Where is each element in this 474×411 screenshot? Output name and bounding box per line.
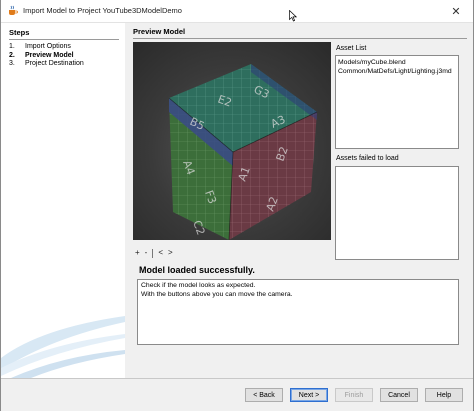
- footer-divider: [1, 378, 473, 379]
- steps-heading: Steps: [9, 28, 30, 37]
- step-item-import-options: 1. Import Options: [9, 43, 84, 52]
- help-button[interactable]: Help: [425, 388, 463, 402]
- page-title: Preview Model: [133, 27, 186, 36]
- next-button[interactable]: Next >: [290, 388, 328, 402]
- java-coffee-icon: [9, 5, 18, 15]
- failed-assets-list[interactable]: [335, 166, 459, 260]
- step-item-project-destination: 3. Project Destination: [9, 60, 84, 69]
- rotate-right-button[interactable]: >: [168, 248, 173, 258]
- failed-assets-label: Assets failed to load: [336, 155, 399, 162]
- step-number: 3.: [9, 60, 15, 67]
- list-item[interactable]: Common/MatDefs/Light/Lighting.j3md: [338, 67, 456, 76]
- info-text-area: Check if the model looks as expected. Wi…: [137, 279, 459, 345]
- model-preview-viewport[interactable]: E2 G3 B5 A3 A4 F3 A1 B2 A2 C2: [133, 42, 331, 240]
- step-number: 2.: [9, 51, 15, 59]
- zoom-out-button[interactable]: -: [145, 248, 148, 258]
- title-bar: Import Model to Project YouTube3DModelDe…: [1, 0, 473, 23]
- step-label: Project Destination: [25, 60, 84, 67]
- asset-list[interactable]: Models/myCube.blend Common/MatDefs/Light…: [335, 55, 459, 149]
- window-title: Import Model to Project YouTube3DModelDe…: [23, 6, 182, 15]
- asset-list-label: Asset List: [336, 45, 367, 52]
- info-line: Check if the model looks as expected.: [141, 282, 256, 289]
- camera-controls: + - < >: [135, 248, 173, 258]
- camera-controls-separator: [152, 249, 154, 258]
- rotate-left-button[interactable]: <: [158, 248, 163, 258]
- steps-panel: Steps 1. Import Options 2. Preview Model 3…: [1, 23, 125, 378]
- back-button[interactable]: < Back: [245, 388, 283, 402]
- cancel-button[interactable]: Cancel: [380, 388, 418, 402]
- close-icon: ✕: [451, 5, 461, 18]
- cube-render: E2 G3 B5 A3 A4 F3 A1 B2 A2 C2: [168, 64, 318, 240]
- finish-button: Finish: [335, 388, 373, 402]
- step-item-preview-model: 2. Preview Model: [9, 52, 84, 61]
- step-number: 1.: [9, 43, 15, 50]
- step-label: Import Options: [25, 43, 71, 50]
- steps-list: 1. Import Options 2. Preview Model 3. Proje…: [9, 43, 84, 69]
- close-button[interactable]: ✕: [439, 0, 473, 22]
- zoom-in-button[interactable]: +: [135, 248, 140, 258]
- info-line: With the buttons above you can move the …: [141, 290, 293, 298]
- step-label: Preview Model: [25, 51, 74, 59]
- mouse-cursor-icon: [289, 10, 297, 22]
- status-message: Model loaded successfully.: [139, 265, 255, 275]
- steps-divider: [9, 39, 119, 40]
- import-model-dialog: Import Model to Project YouTube3DModelDe…: [0, 0, 474, 411]
- title-divider: [133, 38, 467, 39]
- decorative-swoosh-graphic: [1, 316, 125, 378]
- list-item[interactable]: Models/myCube.blend: [338, 58, 456, 67]
